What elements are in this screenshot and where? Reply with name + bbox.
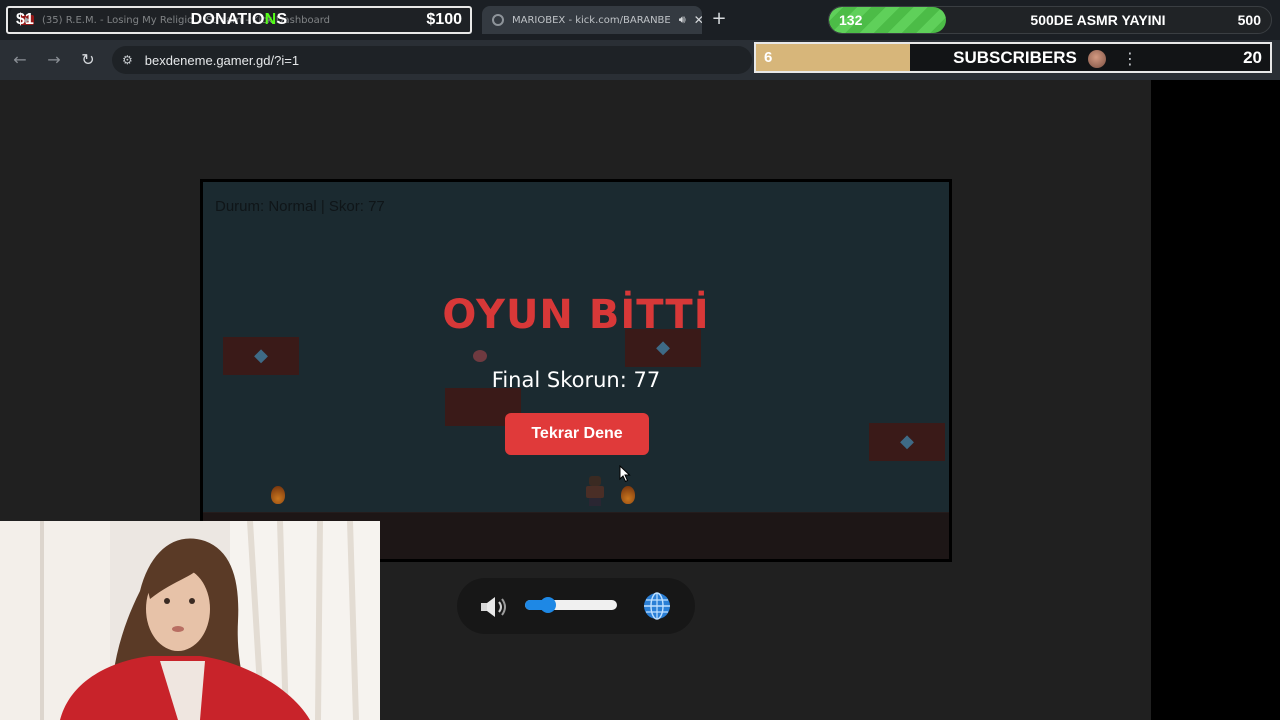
- tab-title: MARIOBEX - kick.com/BARANBE: [512, 14, 671, 26]
- goal-current: 132: [839, 12, 863, 28]
- goal-name: 500DE ASMR YAYINI: [1030, 12, 1166, 28]
- game-status: Durum: Normal | Skor: 77: [215, 198, 385, 215]
- speaker-icon[interactable]: [478, 594, 510, 620]
- menu-icon[interactable]: ⋮: [1122, 48, 1138, 70]
- url-text: bexdeneme.gamer.gd/?i=1: [144, 52, 300, 68]
- game-over-title: OYUN BİTTİ: [442, 292, 710, 338]
- retry-button[interactable]: Tekrar Dene: [505, 413, 649, 455]
- close-tab-icon[interactable]: ✕: [694, 13, 702, 27]
- globe-icon[interactable]: [642, 591, 672, 621]
- webcam-feed: [0, 521, 380, 720]
- subscribers-bar: 6 SUBSCRIBERS 20: [754, 42, 1272, 73]
- diamond-icon: ◆: [900, 431, 914, 452]
- speaker-icon[interactable]: 🔊︎: [679, 13, 686, 27]
- subscribers-current: 6: [764, 49, 773, 66]
- reload-icon[interactable]: ↻: [78, 50, 98, 70]
- side-panel: [1151, 80, 1280, 720]
- volume-slider[interactable]: [525, 597, 617, 613]
- tab-mariobex[interactable]: MARIOBEX - kick.com/BARANBE 🔊︎ ✕: [482, 6, 702, 34]
- goal-target: 500: [1237, 12, 1261, 28]
- mouse-cursor-icon: [619, 465, 631, 483]
- forward-icon[interactable]: →: [44, 50, 64, 70]
- site-settings-icon[interactable]: ⚙: [122, 53, 133, 67]
- platform: ◆: [869, 423, 945, 461]
- fire-icon: [271, 486, 285, 504]
- profile-avatar[interactable]: [1088, 50, 1106, 68]
- game-canvas[interactable]: Durum: Normal | Skor: 77 ◆ ◆ ◆ OYUN BİTT…: [200, 179, 952, 562]
- player-character: [583, 476, 607, 506]
- new-tab-button[interactable]: +: [708, 8, 730, 30]
- address-bar[interactable]: ⚙ bexdeneme.gamer.gd/?i=1: [112, 46, 752, 74]
- back-icon[interactable]: ←: [10, 50, 30, 70]
- subscribers-target: 20: [1243, 48, 1262, 67]
- volume-knob[interactable]: [540, 597, 556, 613]
- subscribers-progress-fill: [756, 44, 911, 71]
- fire-icon: [621, 486, 635, 504]
- potion-icon: [473, 350, 487, 362]
- donations-max: $100: [426, 11, 462, 28]
- donations-title: DONATIONS: [190, 11, 288, 28]
- globe-icon: [492, 14, 504, 26]
- final-score: Final Skorun: 77: [491, 368, 661, 392]
- goal-bar: 132 500DE ASMR YAYINI 500: [828, 6, 1272, 34]
- donations-bar: $1 DONATIONS $100: [6, 6, 472, 34]
